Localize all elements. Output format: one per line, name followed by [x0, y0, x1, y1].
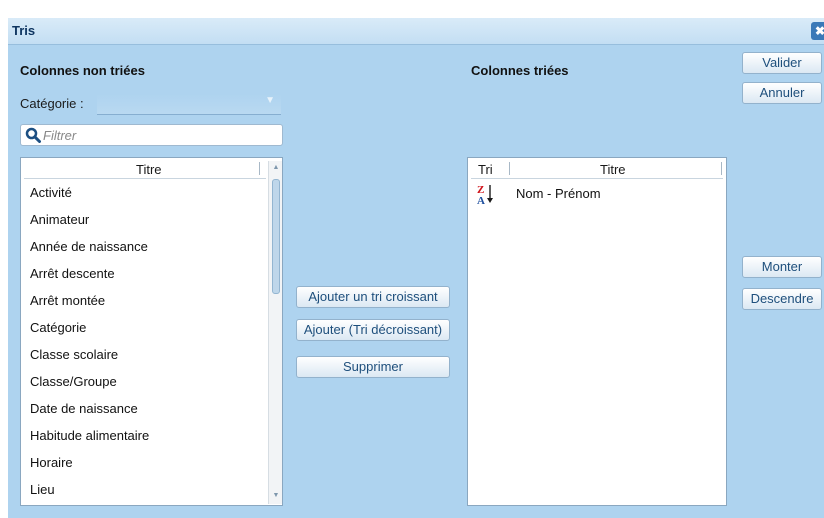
- cancel-button[interactable]: Annuler: [742, 82, 822, 104]
- vertical-scrollbar[interactable]: ▲ ▼: [268, 161, 282, 504]
- list-item[interactable]: Habitude alimentaire: [30, 428, 149, 443]
- add-descending-sort-button[interactable]: Ajouter (Tri décroissant): [296, 319, 450, 341]
- scrollbar-thumb[interactable]: [272, 179, 280, 294]
- column-resize-handle[interactable]: [509, 162, 510, 175]
- sorted-column-name[interactable]: Nom - Prénom: [516, 186, 601, 201]
- unsorted-list-header[interactable]: Titre: [24, 161, 266, 179]
- unsorted-columns-list[interactable]: Titre Activité Animateur Année de naissa…: [20, 157, 283, 506]
- scroll-up-icon[interactable]: ▲: [270, 162, 282, 174]
- category-select[interactable]: ▼: [97, 94, 281, 115]
- column-header-title[interactable]: Titre: [600, 162, 626, 177]
- sorted-columns-title: Colonnes triées: [471, 63, 569, 78]
- svg-text:A: A: [477, 195, 485, 205]
- sorted-list-header[interactable]: Tri Titre: [471, 161, 723, 179]
- column-resize-handle[interactable]: [721, 162, 722, 175]
- list-item[interactable]: Année de naissance: [30, 239, 148, 254]
- scroll-down-icon[interactable]: ▼: [270, 490, 282, 502]
- list-item[interactable]: Lieu: [30, 482, 55, 497]
- column-header-title[interactable]: Titre: [136, 162, 162, 177]
- add-ascending-sort-button[interactable]: Ajouter un tri croissant: [296, 286, 450, 308]
- sort-dialog: Tris ✖ Colonnes non triées Catégorie : ▼…: [8, 18, 824, 518]
- list-item[interactable]: Classe scolaire: [30, 347, 118, 362]
- close-icon[interactable]: ✖: [811, 22, 824, 40]
- list-item[interactable]: Classe/Groupe: [30, 374, 117, 389]
- list-item[interactable]: Activité: [30, 185, 72, 200]
- unsorted-columns-title: Colonnes non triées: [20, 63, 145, 78]
- list-item[interactable]: Animateur: [30, 212, 89, 227]
- window-title: Tris: [12, 23, 36, 38]
- filter-input[interactable]: [43, 127, 279, 143]
- sort-descending-icon: Z A: [477, 184, 493, 205]
- remove-sort-button[interactable]: Supprimer: [296, 356, 450, 378]
- column-header-sort[interactable]: Tri: [478, 162, 493, 177]
- list-item[interactable]: Arrêt montée: [30, 293, 105, 308]
- list-item[interactable]: Catégorie: [30, 320, 86, 335]
- move-up-button[interactable]: Monter: [742, 256, 822, 278]
- category-label: Catégorie :: [20, 96, 84, 111]
- title-bar[interactable]: Tris ✖: [8, 18, 824, 45]
- chevron-down-icon[interactable]: ▼: [265, 95, 275, 106]
- move-down-button[interactable]: Descendre: [742, 288, 822, 310]
- list-item[interactable]: Horaire: [30, 455, 73, 470]
- column-resize-handle[interactable]: [259, 162, 260, 175]
- list-item[interactable]: Arrêt descente: [30, 266, 115, 281]
- filter-box[interactable]: [20, 124, 283, 146]
- list-item[interactable]: Date de naissance: [30, 401, 138, 416]
- validate-button[interactable]: Valider: [742, 52, 822, 74]
- sorted-columns-list[interactable]: Tri Titre Z A Nom - Prénom: [467, 157, 727, 506]
- search-icon: [25, 127, 41, 143]
